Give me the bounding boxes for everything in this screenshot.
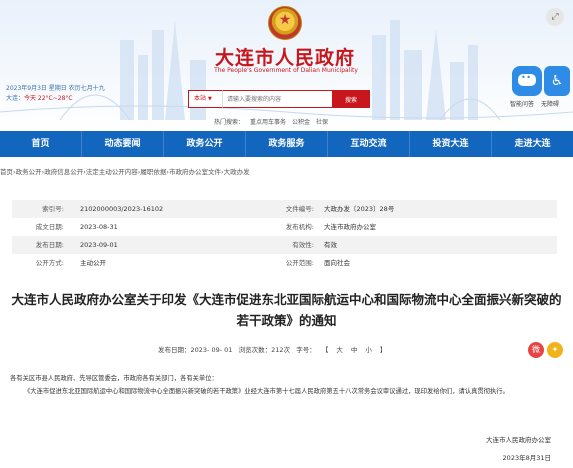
accessibility-label[interactable]: 无障碍 — [541, 99, 559, 108]
chevron-down-icon: ▼ — [208, 96, 212, 102]
meta-key: 公开方式: — [35, 259, 64, 267]
date-line: 2023年9月3日 星期日 农历七月十九 — [6, 85, 105, 92]
signature-date: 2023年8月31日 — [502, 454, 551, 462]
meta-value: 大政办发〔2023〕28号 — [324, 205, 395, 213]
robot-icon[interactable] — [512, 66, 542, 96]
search-scope-select[interactable]: 本站 ▼ — [188, 90, 222, 108]
nav-item-home[interactable]: 首页 — [0, 131, 81, 157]
page: 大连市人民政府 The People's Government of Dalia… — [0, 0, 573, 468]
meta-key: 索引号: — [42, 205, 64, 213]
views-value: 212次 — [271, 346, 291, 354]
font-size-small[interactable]: 小 — [365, 346, 372, 354]
nav-item-services[interactable]: 政务服务 — [245, 131, 327, 157]
meta-value: 大连市政府办公室 — [324, 223, 376, 231]
main-nav: 首页 动态要闻 政务公开 政务服务 互动交流 投资大连 走进大连 — [0, 131, 573, 157]
robot-label[interactable]: 智能问答 — [510, 99, 534, 108]
accessibility-icon[interactable]: ♿ — [544, 66, 570, 96]
location-label: 大连： — [6, 95, 25, 102]
font-size-label: 字号： — [296, 346, 316, 354]
salutation: 各有关区市县人民政府、先导区管委会，市政府各有关部门，各有关单位： — [10, 375, 218, 382]
fullscreen-icon[interactable]: ⤢ — [546, 8, 564, 26]
nav-item-interaction[interactable]: 互动交流 — [327, 131, 409, 157]
document-title: 大连市人民政府办公室关于印发《大连市促进东北亚国际航运中心和国际物流中心全面振兴… — [11, 292, 562, 328]
pub-date-value: 2023- 09- 01 — [190, 346, 233, 354]
hot-search-link[interactable]: 社保 — [316, 119, 328, 126]
site-title[interactable]: 大连市人民政府 — [210, 43, 360, 70]
meta-key: 有效性: — [292, 241, 314, 249]
meta-value: 2023-09-01 — [80, 241, 118, 249]
weibo-icon[interactable]: 微 — [528, 342, 544, 358]
meta-key: 文件编号: — [285, 205, 314, 213]
meta-key: 发布日期: — [35, 241, 64, 249]
meta-value: 有效 — [324, 241, 337, 249]
weather-line: 大连：今天 22°C~28°C — [6, 94, 105, 104]
meta-key: 公开范围: — [285, 259, 314, 267]
meta-key: 成文日期: — [35, 223, 64, 231]
hot-search-label: 热门搜索： — [214, 119, 245, 126]
views-label: 浏览次数： — [238, 346, 272, 354]
font-size-switcher: 【大中小】 — [318, 346, 391, 354]
bracket-open: 【 — [321, 346, 329, 354]
meta-key: 发布机构: — [285, 223, 314, 231]
national-emblem-logo — [268, 6, 302, 40]
document-meta-table: 索引号: 2102000003/2023-16102 文件编号: 大政办发〔20… — [12, 200, 557, 272]
meta-row: 发布日期: 2023-09-01 有效性: 有效 — [12, 236, 557, 254]
meta-value: 2102000003/2023-16102 — [80, 205, 164, 213]
site-subtitle: The People's Government of Dalian Munici… — [214, 67, 358, 74]
meta-value: 2023-08-31 — [80, 223, 118, 231]
search-scope-value: 本站 — [194, 95, 207, 102]
meta-value: 主动公开 — [80, 259, 106, 267]
hot-search-link[interactable]: 重点用车事务 — [250, 119, 286, 126]
share-icon[interactable]: ✦ — [547, 342, 563, 358]
search-button[interactable]: 搜索 — [332, 90, 370, 108]
header-banner: 大连市人民政府 The People's Government of Dalia… — [0, 0, 573, 130]
font-size-large[interactable]: 大 — [336, 346, 343, 354]
breadcrumb[interactable]: 首页›政务公开›政府信息公开›法定主动公开内容›履职依据›市政府办公室文件›大政… — [0, 166, 250, 176]
document-body: 各有关区市县人民政府、先导区管委会，市政府各有关部门，各有关单位： 《大连市促进… — [10, 372, 566, 398]
hot-search-link[interactable]: 公积金 — [292, 119, 310, 126]
meta-row: 索引号: 2102000003/2023-16102 文件编号: 大政办发〔20… — [12, 200, 557, 218]
font-size-medium[interactable]: 中 — [351, 346, 358, 354]
publish-info: 发布日期：2023- 09- 01 浏览次数：212次 字号： 【大中小】 — [158, 344, 390, 354]
date-weather-info: 2023年9月3日 星期日 农历七月十九 大连：今天 22°C~28°C — [6, 84, 105, 104]
pub-date-label: 发布日期： — [158, 346, 191, 354]
search-input[interactable] — [222, 90, 332, 108]
meta-value: 面向社会 — [324, 259, 350, 267]
nav-item-news[interactable]: 动态要闻 — [81, 131, 163, 157]
bracket-close: 】 — [379, 346, 387, 354]
body-paragraph: 《大连市促进东北亚国际航运中心和国际物流中心全面振兴新突破的若干政策》业经大连市… — [24, 388, 509, 395]
meta-row: 公开方式: 主动公开 公开范围: 面向社会 — [12, 254, 557, 272]
meta-row: 成文日期: 2023-08-31 发布机构: 大连市政府办公室 — [12, 218, 557, 236]
signature-organization: 大连市人民政府办公室 — [486, 436, 551, 444]
nav-item-about[interactable]: 走进大连 — [491, 131, 573, 157]
hot-search: 热门搜索： 重点用车事务 公积金 社保 — [214, 117, 334, 126]
search-bar: 本站▼ 搜索 — [188, 90, 370, 108]
nav-item-invest[interactable]: 投资大连 — [409, 131, 491, 157]
nav-item-open-government[interactable]: 政务公开 — [163, 131, 245, 157]
weather-text: 今天 22°C~28°C — [24, 95, 73, 102]
